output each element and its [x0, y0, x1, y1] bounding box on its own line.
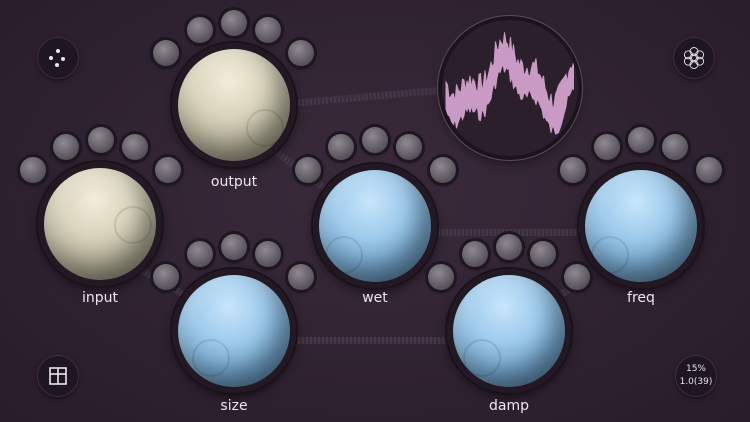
cpu-version-readout[interactable]: 15% 1.0(39): [676, 356, 716, 396]
cpu-percent: 15%: [685, 364, 706, 374]
wet-mod-dot-4[interactable]: [396, 134, 422, 160]
damp-mod-dot-5[interactable]: [564, 264, 590, 290]
input-mod-dot-3[interactable]: [88, 127, 114, 153]
split-panel-icon: [49, 367, 67, 385]
wire-output-to-scope: [289, 86, 446, 107]
knob-swirl: [192, 339, 230, 377]
freq-mod-dot-1[interactable]: [560, 157, 586, 183]
damp-mod-dot-3[interactable]: [496, 234, 522, 260]
wet-mod-dot-2[interactable]: [328, 134, 354, 160]
size-mod-dot-4[interactable]: [255, 241, 281, 267]
input-mod-dot-1[interactable]: [20, 157, 46, 183]
wire-size-to-damp: [290, 337, 455, 344]
damp-knob[interactable]: [453, 275, 565, 387]
input-mod-dot-4[interactable]: [122, 134, 148, 160]
input-mod-dot-2[interactable]: [53, 134, 79, 160]
damp-mod-dot-2[interactable]: [462, 241, 488, 267]
freq-mod-dot-2[interactable]: [594, 134, 620, 160]
input-mod-dot-5[interactable]: [155, 157, 181, 183]
freq-mod-dot-4[interactable]: [662, 134, 688, 160]
dice-icon: [49, 49, 65, 67]
output-knob[interactable]: [178, 49, 290, 161]
randomize-button[interactable]: [38, 38, 78, 78]
size-mod-dot-2[interactable]: [187, 241, 213, 267]
knob-swirl: [246, 109, 284, 147]
waveform-icon: [445, 32, 574, 135]
damp-mod-dot-1[interactable]: [428, 264, 454, 290]
knob-swirl: [114, 206, 152, 244]
output-mod-dot-4[interactable]: [255, 17, 281, 43]
version-text: 1.0(39): [679, 377, 713, 387]
presets-button[interactable]: [674, 38, 714, 78]
freq-mod-dot-3[interactable]: [628, 127, 654, 153]
freq-knob[interactable]: [585, 170, 697, 282]
size-mod-dot-5[interactable]: [288, 264, 314, 290]
output-mod-dot-3[interactable]: [221, 10, 247, 36]
size-knob[interactable]: [178, 275, 290, 387]
wet-mod-dot-3[interactable]: [362, 127, 388, 153]
output-label: output: [210, 174, 258, 190]
size-label: size: [220, 398, 248, 414]
wet-mod-dot-1[interactable]: [295, 157, 321, 183]
knob-swirl: [463, 339, 501, 377]
flower-pattern-icon: [683, 47, 705, 69]
output-mod-dot-1[interactable]: [153, 40, 179, 66]
waveform-display[interactable]: [442, 20, 578, 156]
wet-mod-dot-5[interactable]: [430, 157, 456, 183]
output-mod-dot-5[interactable]: [288, 40, 314, 66]
reverb-panel: output input wet freq size damp 15% 1.0(…: [0, 0, 750, 422]
wet-label: wet: [362, 290, 388, 306]
freq-label: freq: [627, 290, 655, 306]
damp-label: damp: [489, 398, 529, 414]
size-mod-dot-3[interactable]: [221, 234, 247, 260]
size-mod-dot-1[interactable]: [153, 264, 179, 290]
layout-toggle-button[interactable]: [38, 356, 78, 396]
output-mod-dot-2[interactable]: [187, 17, 213, 43]
freq-mod-dot-5[interactable]: [696, 157, 722, 183]
knob-swirl: [325, 236, 363, 274]
knob-swirl: [591, 236, 629, 274]
input-knob[interactable]: [44, 168, 156, 280]
input-label: input: [81, 290, 119, 306]
waveform-trace: [445, 32, 574, 135]
damp-mod-dot-4[interactable]: [530, 241, 556, 267]
wet-knob[interactable]: [319, 170, 431, 282]
